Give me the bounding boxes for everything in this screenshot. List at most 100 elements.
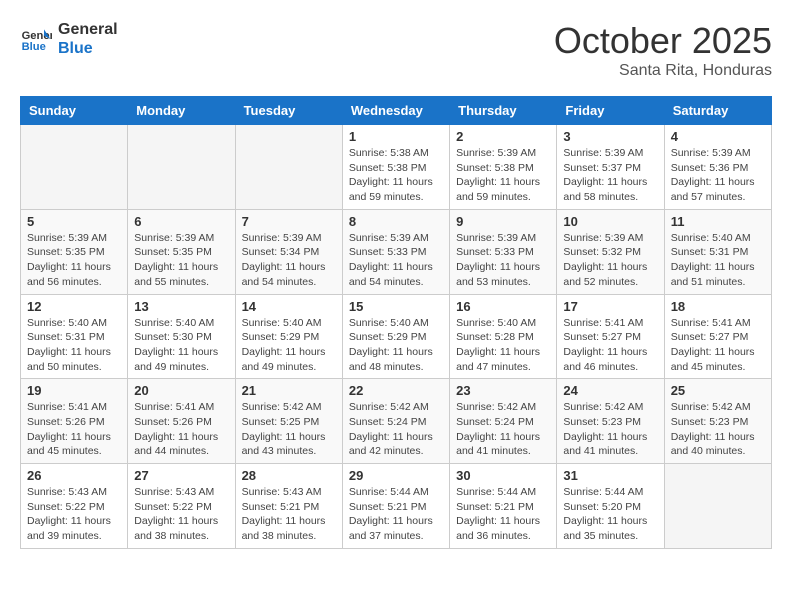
day-info: Sunrise: 5:40 AMSunset: 5:31 PMDaylight:… <box>671 231 765 290</box>
calendar-week-1: 1Sunrise: 5:38 AMSunset: 5:38 PMDaylight… <box>21 125 772 210</box>
day-info: Sunrise: 5:44 AMSunset: 5:20 PMDaylight:… <box>563 485 657 544</box>
calendar-cell: 7 Sunrise: 5:39 AMSunset: 5:34 PMDaylight… <box>235 209 342 294</box>
day-info: Sunrise: 5:39 AMSunset: 5:33 PMDaylight:… <box>456 231 550 290</box>
calendar-cell: 14 Sunrise: 5:40 AMSunset: 5:29 PMDayligh… <box>235 294 342 379</box>
calendar-cell: 30 Sunrise: 5:44 AMSunset: 5:21 PMDayligh… <box>450 464 557 549</box>
day-info: Sunrise: 5:41 AMSunset: 5:27 PMDaylight:… <box>563 316 657 375</box>
day-info: Sunrise: 5:40 AMSunset: 5:29 PMDaylight:… <box>242 316 336 375</box>
calendar-cell: 28Sunrise: 5:43 AMSunset: 5:21 PMDayligh… <box>235 464 342 549</box>
calendar-cell: 13Sunrise: 5:40 AMSunset: 5:30 PMDayligh… <box>128 294 235 379</box>
day-number: 21 <box>242 383 336 398</box>
col-header-thursday: Thursday <box>450 97 557 125</box>
calendar-cell: 15 Sunrise: 5:40 AMSunset: 5:29 PMDayligh… <box>342 294 449 379</box>
day-info: Sunrise: 5:39 AMSunset: 5:36 PMDaylight:… <box>671 146 765 205</box>
day-info: Sunrise: 5:39 AMSunset: 5:37 PMDaylight:… <box>563 146 657 205</box>
day-info: Sunrise: 5:41 AMSunset: 5:26 PMDaylight:… <box>27 400 121 459</box>
day-number: 22 <box>349 383 443 398</box>
day-number: 10 <box>563 214 657 229</box>
calendar-cell: 5Sunrise: 5:39 AMSunset: 5:35 PMDaylight… <box>21 209 128 294</box>
day-number: 29 <box>349 468 443 483</box>
calendar-table: SundayMondayTuesdayWednesdayThursdayFrid… <box>20 96 772 549</box>
day-info: Sunrise: 5:42 AMSunset: 5:23 PMDaylight:… <box>563 400 657 459</box>
calendar-cell: 2 Sunrise: 5:39 AMSunset: 5:38 PMDaylight… <box>450 125 557 210</box>
day-info: Sunrise: 5:42 AMSunset: 5:23 PMDaylight:… <box>671 400 765 459</box>
calendar-cell: 3Sunrise: 5:39 AMSunset: 5:37 PMDaylight… <box>557 125 664 210</box>
day-number: 6 <box>134 214 228 229</box>
day-info: Sunrise: 5:43 AMSunset: 5:22 PMDaylight:… <box>27 485 121 544</box>
calendar-cell <box>128 125 235 210</box>
calendar-cell: 12Sunrise: 5:40 AMSunset: 5:31 PMDayligh… <box>21 294 128 379</box>
day-info: Sunrise: 5:44 AMSunset: 5:21 PMDaylight:… <box>349 485 443 544</box>
day-number: 23 <box>456 383 550 398</box>
title-block: October 2025 Santa Rita, Honduras <box>554 20 772 80</box>
day-info: Sunrise: 5:40 AMSunset: 5:29 PMDaylight:… <box>349 316 443 375</box>
day-number: 27 <box>134 468 228 483</box>
logo: General Blue General Blue <box>20 20 118 58</box>
svg-text:Blue: Blue <box>22 41 46 53</box>
day-number: 15 <box>349 299 443 314</box>
day-number: 16 <box>456 299 550 314</box>
day-info: Sunrise: 5:38 AMSunset: 5:38 PMDaylight:… <box>349 146 443 205</box>
calendar-cell: 1Sunrise: 5:38 AMSunset: 5:38 PMDaylight… <box>342 125 449 210</box>
calendar-cell: 23 Sunrise: 5:42 AMSunset: 5:24 PMDayligh… <box>450 379 557 464</box>
calendar-cell: 10Sunrise: 5:39 AMSunset: 5:32 PMDayligh… <box>557 209 664 294</box>
logo-blue: Blue <box>58 39 118 58</box>
col-header-tuesday: Tuesday <box>235 97 342 125</box>
calendar-cell: 16 Sunrise: 5:40 AMSunset: 5:28 PMDayligh… <box>450 294 557 379</box>
logo-icon: General Blue <box>20 23 52 55</box>
calendar-cell: 9 Sunrise: 5:39 AMSunset: 5:33 PMDaylight… <box>450 209 557 294</box>
day-number: 25 <box>671 383 765 398</box>
calendar-header-row: SundayMondayTuesdayWednesdayThursdayFrid… <box>21 97 772 125</box>
day-info: Sunrise: 5:39 AMSunset: 5:34 PMDaylight:… <box>242 231 336 290</box>
calendar-cell: 25 Sunrise: 5:42 AMSunset: 5:23 PMDayligh… <box>664 379 771 464</box>
day-number: 24 <box>563 383 657 398</box>
day-info: Sunrise: 5:39 AMSunset: 5:35 PMDaylight:… <box>134 231 228 290</box>
day-info: Sunrise: 5:44 AMSunset: 5:21 PMDaylight:… <box>456 485 550 544</box>
calendar-cell: 26 Sunrise: 5:43 AMSunset: 5:22 PMDayligh… <box>21 464 128 549</box>
day-info: Sunrise: 5:39 AMSunset: 5:33 PMDaylight:… <box>349 231 443 290</box>
day-number: 11 <box>671 214 765 229</box>
day-info: Sunrise: 5:42 AMSunset: 5:25 PMDaylight:… <box>242 400 336 459</box>
day-number: 18 <box>671 299 765 314</box>
day-number: 26 <box>27 468 121 483</box>
calendar-cell: 19Sunrise: 5:41 AMSunset: 5:26 PMDayligh… <box>21 379 128 464</box>
day-number: 2 <box>456 129 550 144</box>
location-subtitle: Santa Rita, Honduras <box>554 62 772 80</box>
calendar-cell <box>235 125 342 210</box>
day-number: 31 <box>563 468 657 483</box>
calendar-week-4: 19Sunrise: 5:41 AMSunset: 5:26 PMDayligh… <box>21 379 772 464</box>
calendar-week-3: 12Sunrise: 5:40 AMSunset: 5:31 PMDayligh… <box>21 294 772 379</box>
calendar-cell: 4Sunrise: 5:39 AMSunset: 5:36 PMDaylight… <box>664 125 771 210</box>
day-info: Sunrise: 5:41 AMSunset: 5:26 PMDaylight:… <box>134 400 228 459</box>
calendar-cell: 21 Sunrise: 5:42 AMSunset: 5:25 PMDayligh… <box>235 379 342 464</box>
calendar-cell: 29 Sunrise: 5:44 AMSunset: 5:21 PMDayligh… <box>342 464 449 549</box>
calendar-cell: 17 Sunrise: 5:41 AMSunset: 5:27 PMDayligh… <box>557 294 664 379</box>
calendar-cell <box>664 464 771 549</box>
day-number: 12 <box>27 299 121 314</box>
calendar-cell: 31 Sunrise: 5:44 AMSunset: 5:20 PMDayligh… <box>557 464 664 549</box>
day-info: Sunrise: 5:39 AMSunset: 5:35 PMDaylight:… <box>27 231 121 290</box>
day-number: 30 <box>456 468 550 483</box>
calendar-cell: 22Sunrise: 5:42 AMSunset: 5:24 PMDayligh… <box>342 379 449 464</box>
day-info: Sunrise: 5:43 AMSunset: 5:22 PMDaylight:… <box>134 485 228 544</box>
day-number: 28 <box>242 468 336 483</box>
day-info: Sunrise: 5:42 AMSunset: 5:24 PMDaylight:… <box>456 400 550 459</box>
calendar-cell: 11 Sunrise: 5:40 AMSunset: 5:31 PMDayligh… <box>664 209 771 294</box>
day-number: 17 <box>563 299 657 314</box>
logo-general: General <box>58 20 118 39</box>
day-number: 13 <box>134 299 228 314</box>
col-header-saturday: Saturday <box>664 97 771 125</box>
col-header-friday: Friday <box>557 97 664 125</box>
day-info: Sunrise: 5:39 AMSunset: 5:38 PMDaylight:… <box>456 146 550 205</box>
calendar-cell: 8Sunrise: 5:39 AMSunset: 5:33 PMDaylight… <box>342 209 449 294</box>
col-header-wednesday: Wednesday <box>342 97 449 125</box>
day-number: 14 <box>242 299 336 314</box>
month-title: October 2025 <box>554 20 772 62</box>
day-number: 9 <box>456 214 550 229</box>
page-header: General Blue General Blue October 2025 S… <box>20 20 772 80</box>
calendar-cell: 24 Sunrise: 5:42 AMSunset: 5:23 PMDayligh… <box>557 379 664 464</box>
day-number: 7 <box>242 214 336 229</box>
day-info: Sunrise: 5:40 AMSunset: 5:28 PMDaylight:… <box>456 316 550 375</box>
col-header-monday: Monday <box>128 97 235 125</box>
calendar-week-5: 26 Sunrise: 5:43 AMSunset: 5:22 PMDayligh… <box>21 464 772 549</box>
